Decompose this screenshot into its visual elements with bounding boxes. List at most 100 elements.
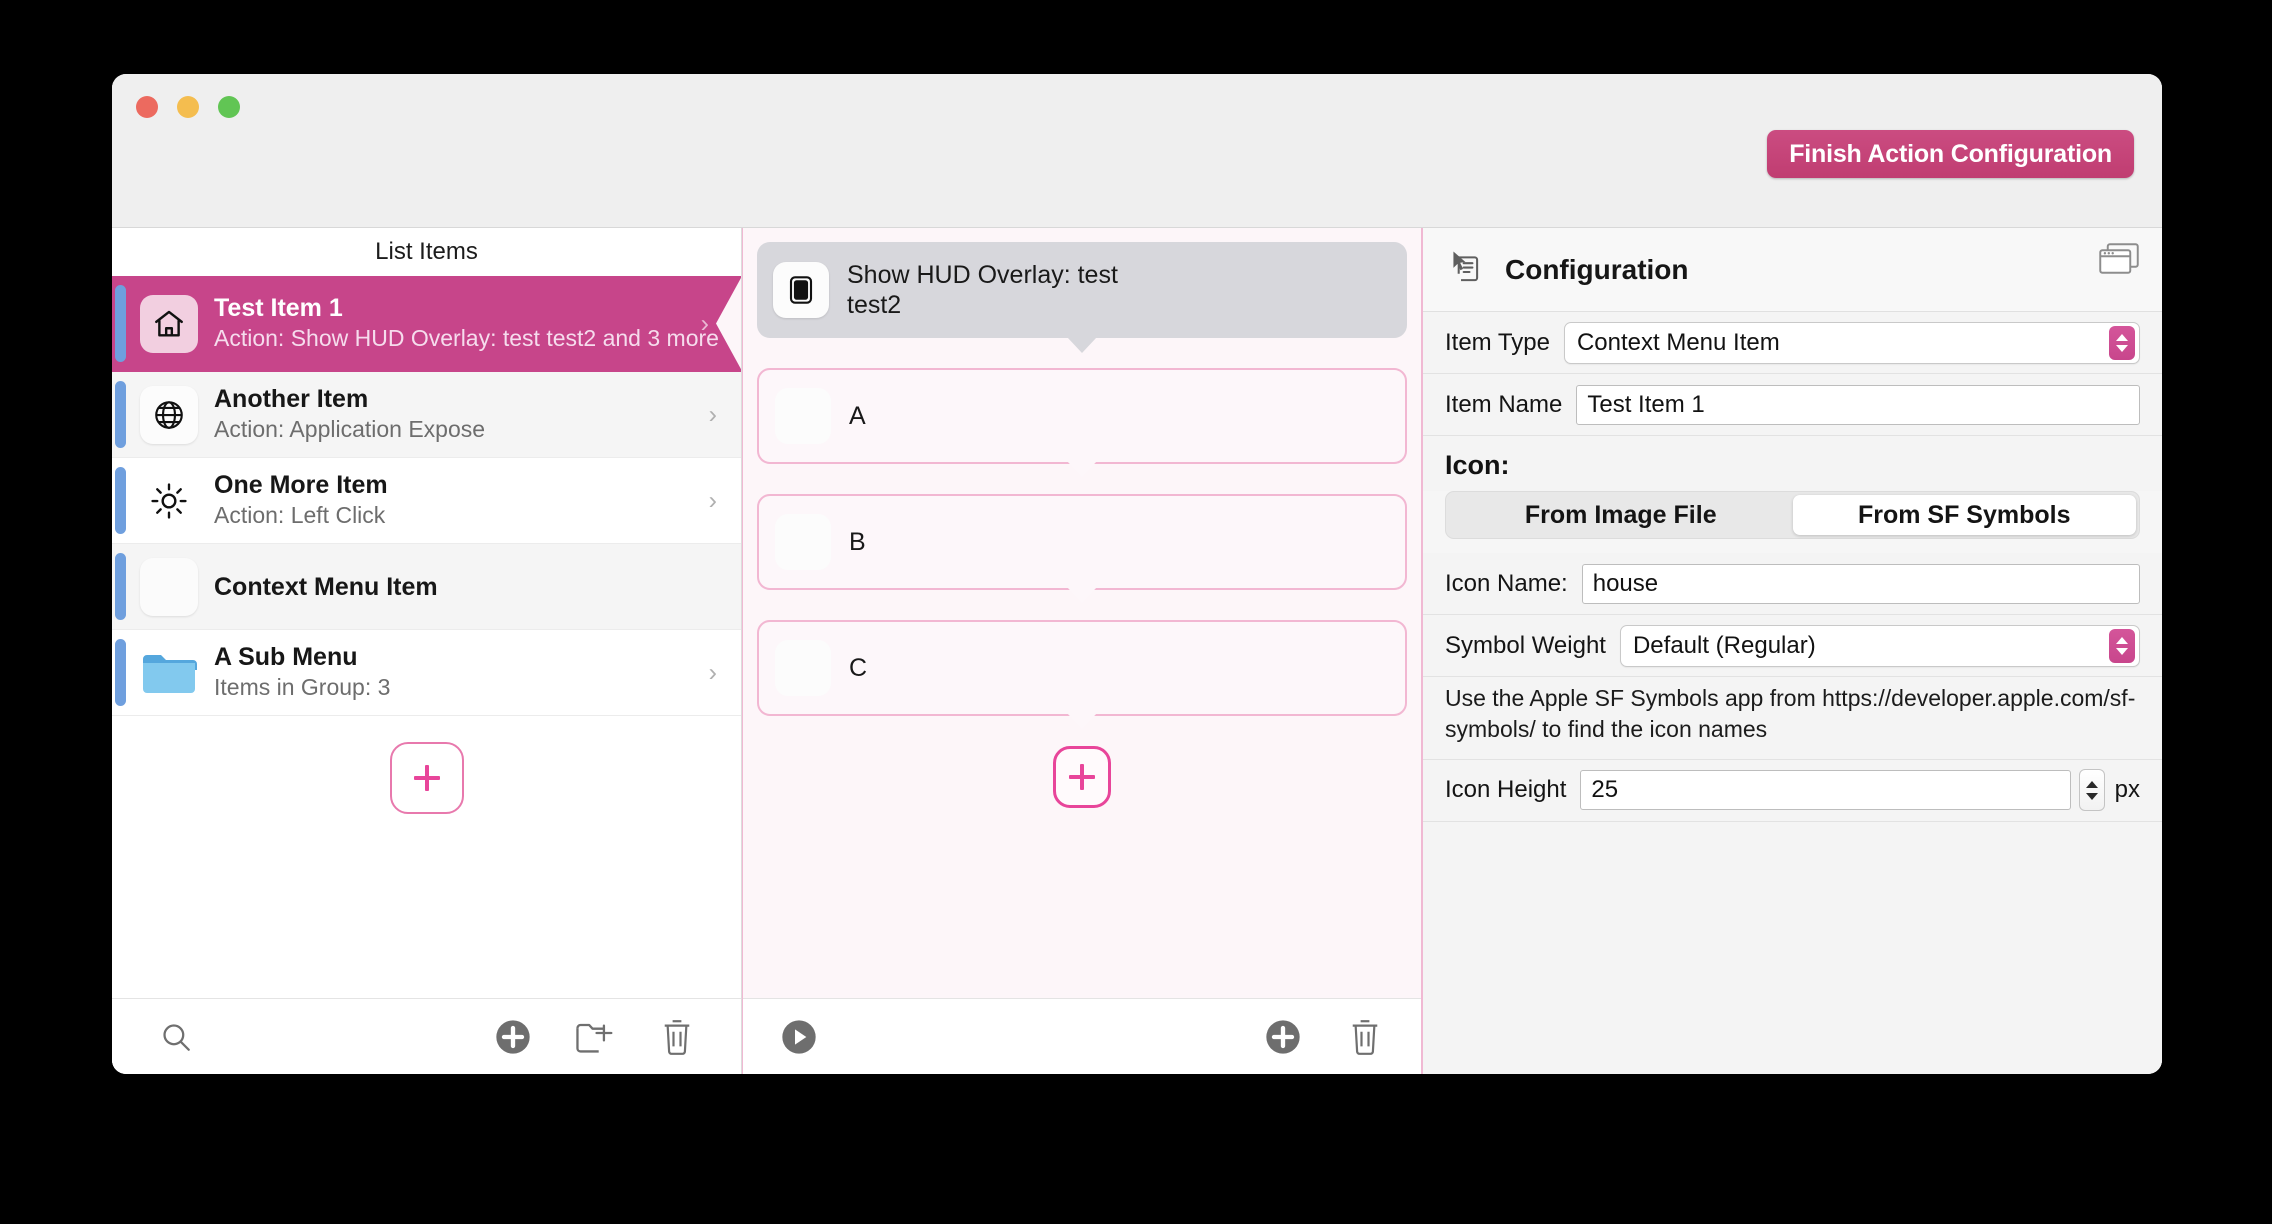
blank-icon — [775, 514, 831, 570]
blank-icon — [775, 388, 831, 444]
blank-icon — [775, 640, 831, 696]
blank-icon — [140, 557, 198, 616]
plus-icon — [1069, 764, 1095, 790]
title-bar: Finish Action Configuration — [112, 74, 2162, 228]
symbol-weight-select[interactable]: Default (Regular) — [1619, 624, 2140, 667]
icon-name-row: Icon Name: house — [1423, 553, 2162, 615]
chevron-right-icon: › — [708, 400, 717, 428]
row-text: Context Menu Item — [214, 573, 438, 601]
add-circle-icon[interactable] — [483, 1009, 543, 1065]
add-circle-icon[interactable] — [1253, 1009, 1313, 1065]
list-item-title: A Sub Menu — [214, 643, 358, 672]
minimize-button[interactable] — [177, 96, 199, 118]
row-text: One More Item Action: Left Click — [214, 471, 388, 530]
traffic-lights — [136, 96, 240, 118]
add-action-button[interactable] — [1053, 746, 1111, 808]
windows-stack-icon[interactable] — [2098, 242, 2140, 283]
configuration-pane: Configuration Item Type Context Menu Ite — [1422, 228, 2162, 1074]
list-item-subtitle: Action: Show HUD Overlay: test test2 and… — [214, 325, 719, 352]
chevron-up-icon — [2085, 780, 2098, 788]
list-item-title: Context Menu Item — [214, 572, 438, 601]
symbol-weight-stepper[interactable] — [2109, 628, 2135, 663]
folder-add-icon[interactable] — [565, 1009, 625, 1065]
row-text: Another Item Action: Application Expose — [214, 385, 485, 444]
panes-container: List Items Test Item 1 Action: Show HUD … — [112, 228, 2162, 1074]
finish-action-configuration-button[interactable]: Finish Action Configuration — [1767, 130, 2134, 178]
icon-height-unit: px — [2114, 776, 2140, 804]
action-node-c[interactable]: C — [757, 620, 1407, 716]
house-icon — [140, 294, 198, 353]
row-text: Test Item 1 Action: Show HUD Overlay: te… — [214, 294, 719, 353]
action-node-a[interactable]: A — [757, 368, 1407, 464]
item-type-label: Item Type — [1445, 328, 1550, 356]
list-item-a-sub-menu[interactable]: A Sub Menu Items in Group: 3 › — [112, 630, 741, 716]
item-type-stepper[interactable] — [2109, 325, 2135, 360]
list-item-subtitle: Action: Left Click — [214, 502, 386, 529]
chevron-up-icon — [2116, 333, 2128, 341]
trash-icon[interactable] — [1335, 1009, 1395, 1065]
list-item-subtitle: Action: Application Expose — [214, 416, 486, 443]
action-flow-list: Show HUD Overlay: test test2 A B C — [743, 228, 1421, 998]
icon-height-stepper[interactable] — [2078, 769, 2105, 812]
symbol-weight-value: Default (Regular) — [1632, 631, 1816, 659]
symbol-weight-row: Symbol Weight Default (Regular) — [1423, 615, 2162, 677]
action-node-b[interactable]: B — [757, 494, 1407, 590]
globe-icon — [140, 385, 198, 444]
list-items-header: List Items — [112, 228, 741, 276]
configuration-empty-space — [1423, 821, 2162, 1074]
icon-height-row: Icon Height 25 px — [1423, 759, 2162, 822]
row-accent-bar — [115, 381, 126, 448]
cursor-list-icon — [1449, 248, 1483, 291]
folder-icon — [140, 644, 198, 702]
list-item-subtitle: Items in Group: 3 — [214, 674, 391, 701]
item-type-value: Context Menu Item — [1576, 328, 1780, 356]
list-item-title: Test Item 1 — [214, 294, 343, 323]
selected-row-notch — [716, 276, 741, 371]
row-accent-bar — [115, 553, 126, 620]
list-item-context-menu-item[interactable]: Context Menu Item — [112, 544, 741, 630]
icon-source-segmented-control: From Image File From SF Symbols — [1445, 491, 2140, 539]
icon-name-input[interactable]: house — [1581, 563, 2140, 604]
plus-icon — [413, 765, 440, 791]
segment-from-sf-symbols[interactable]: From SF Symbols — [1792, 495, 2136, 535]
chevron-right-icon: › — [708, 658, 717, 686]
item-type-select[interactable]: Context Menu Item — [1563, 321, 2140, 364]
segment-from-image-file[interactable]: From Image File — [1449, 495, 1793, 535]
configuration-header: Configuration — [1423, 228, 2162, 312]
list-toolbar — [112, 998, 741, 1074]
list-item-test-item-1[interactable]: Test Item 1 Action: Show HUD Overlay: te… — [112, 276, 741, 372]
icon-name-label: Icon Name: — [1445, 569, 1568, 597]
action-flow-pane: Show HUD Overlay: test test2 A B C — [742, 228, 1422, 1074]
play-icon[interactable] — [769, 1009, 829, 1065]
item-name-label: Item Name — [1445, 390, 1563, 418]
list-item-another-item[interactable]: Another Item Action: Application Expose … — [112, 372, 741, 458]
close-button[interactable] — [136, 96, 158, 118]
action-toolbar — [743, 998, 1421, 1074]
row-accent-bar — [115, 639, 126, 706]
action-node-label: C — [849, 654, 868, 682]
icon-height-label: Icon Height — [1445, 776, 1567, 804]
zoom-button[interactable] — [218, 96, 240, 118]
action-node-label: A — [849, 402, 866, 430]
item-name-input[interactable]: Test Item 1 — [1576, 384, 2140, 425]
list-item-title: One More Item — [214, 471, 388, 500]
search-icon[interactable] — [146, 1009, 206, 1065]
symbol-weight-label: Symbol Weight — [1445, 631, 1606, 659]
trash-icon[interactable] — [647, 1009, 707, 1065]
action-node-show-hud-overlay[interactable]: Show HUD Overlay: test test2 — [757, 242, 1407, 338]
action-node-label: Show HUD Overlay: test test2 — [847, 261, 1118, 319]
chevron-up-icon — [2116, 636, 2128, 644]
chevron-right-icon: › — [700, 309, 709, 337]
page-title: Configuration — [1505, 253, 1689, 285]
sf-symbols-help-text: Use the Apple SF Symbols app from https:… — [1423, 677, 2162, 760]
row-text: A Sub Menu Items in Group: 3 — [214, 643, 390, 702]
list-item-one-more-item[interactable]: One More Item Action: Left Click › — [112, 458, 741, 544]
list-items-pane: List Items Test Item 1 Action: Show HUD … — [112, 228, 742, 1074]
icon-height-input[interactable]: 25 — [1580, 770, 2071, 811]
item-type-row: Item Type Context Menu Item — [1423, 312, 2162, 374]
chevron-down-icon — [2116, 647, 2128, 655]
item-name-row: Item Name Test Item 1 — [1423, 374, 2162, 436]
chevron-down-icon — [2116, 344, 2128, 352]
icon-section-heading: Icon: — [1423, 436, 2162, 491]
add-list-item-button[interactable] — [389, 742, 464, 814]
